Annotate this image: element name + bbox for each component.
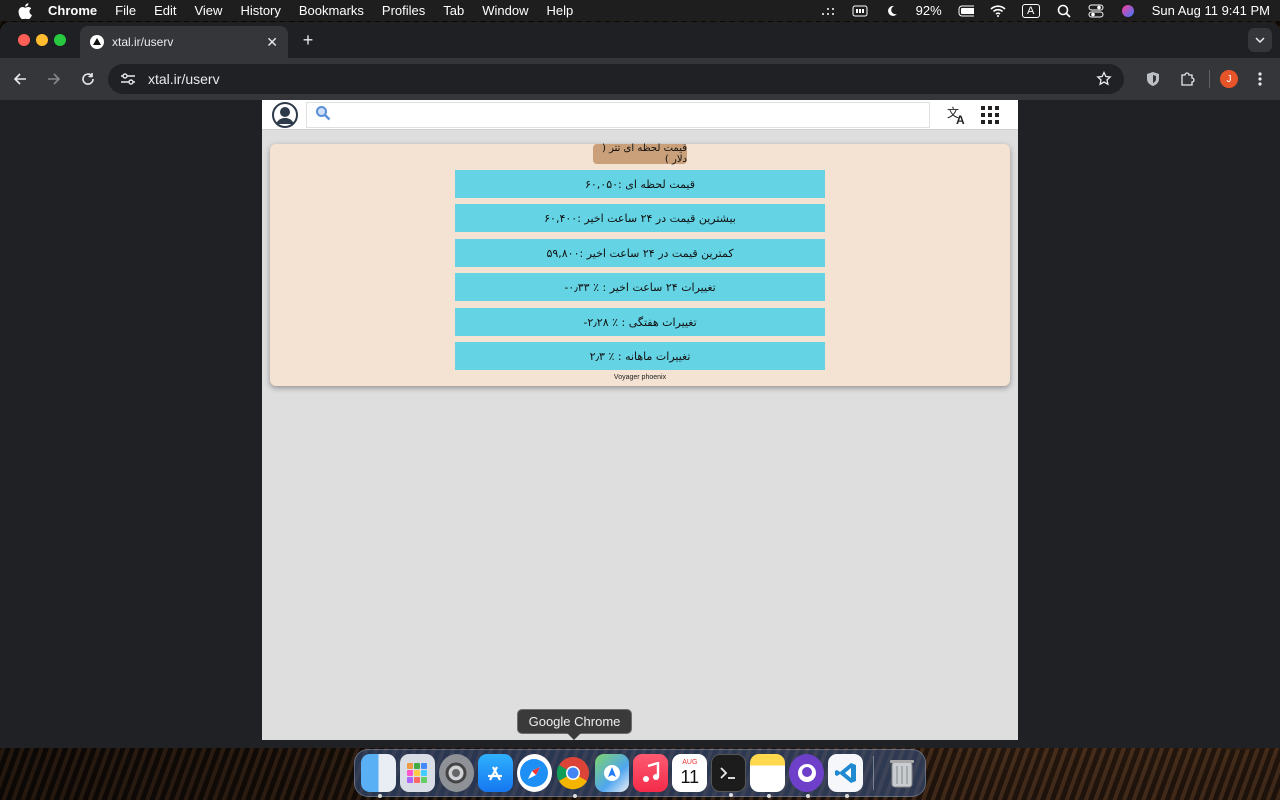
keyboard-brightness-icon[interactable] bbox=[852, 4, 868, 18]
window-close-button[interactable] bbox=[18, 34, 30, 46]
kebab-menu-icon[interactable] bbox=[1248, 66, 1272, 92]
menu-bar: Chrome File Edit View History Bookmarks … bbox=[0, 0, 1280, 21]
tab-strip: xtal.ir/userv ✕ + bbox=[0, 22, 1280, 58]
calendar-icon[interactable]: AUG 11 bbox=[672, 754, 708, 792]
stat-weekly-change: تغییرات هفتگی : ٪ ۲٫۲۸- bbox=[455, 308, 825, 336]
search-input[interactable] bbox=[339, 107, 919, 123]
stat-24h-change: تغییرات ۲۴ ساعت اخیر : ٪ ۰٫۳۳- bbox=[455, 273, 825, 301]
site-header: 文A bbox=[262, 100, 1018, 130]
maps-icon[interactable] bbox=[594, 754, 630, 792]
stat-24h-high: بیشترین قیمت در ۲۴ ساعت اخیر :۶۰,۴۰۰ bbox=[455, 204, 825, 232]
running-indicator bbox=[378, 794, 382, 798]
web-page: 文A قیمت لحظه ای تتر ( دلار ) قیمت لحظه ا… bbox=[262, 100, 1018, 740]
dock: AUG 11 bbox=[354, 749, 926, 798]
panel-title: قیمت لحظه ای تتر ( دلار ) bbox=[593, 143, 687, 165]
finder-icon[interactable] bbox=[361, 754, 396, 798]
toolbar-divider bbox=[1209, 70, 1210, 88]
menu-window[interactable]: Window bbox=[482, 3, 528, 18]
system-settings-icon[interactable] bbox=[438, 754, 474, 792]
chrome-window: xtal.ir/userv ✕ + xtal.ir/userv J 文 A قی… bbox=[0, 22, 1280, 748]
trash-icon[interactable] bbox=[884, 754, 919, 792]
running-indicator bbox=[729, 793, 734, 797]
price-panel: قیمت لحظه ای تتر ( دلار ) قیمت لحظه ای :… bbox=[270, 143, 1010, 386]
moon-icon[interactable] bbox=[884, 4, 900, 18]
control-center-icon[interactable] bbox=[1088, 4, 1104, 18]
window-minimize-button[interactable] bbox=[36, 34, 48, 46]
spotlight-search-icon[interactable] bbox=[1056, 4, 1072, 18]
vscode-icon[interactable] bbox=[828, 754, 864, 798]
menu-history[interactable]: History bbox=[240, 3, 280, 18]
translate-icon[interactable]: 文A bbox=[946, 104, 968, 127]
site-search-box[interactable] bbox=[306, 102, 930, 128]
menu-app-chrome[interactable]: Chrome bbox=[48, 3, 97, 18]
tab-close-icon[interactable]: ✕ bbox=[266, 34, 278, 51]
calendar-day: 11 bbox=[680, 767, 700, 787]
dock-tooltip: Google Chrome bbox=[517, 709, 632, 734]
menu-tab[interactable]: Tab bbox=[443, 3, 464, 18]
menu-view[interactable]: View bbox=[194, 3, 222, 18]
apps-grid-icon[interactable] bbox=[980, 105, 1000, 125]
stat-24h-low: کمترین قیمت در ۲۴ ساعت اخیر :۵۹,۸۰۰ bbox=[455, 239, 825, 267]
search-icon bbox=[315, 105, 331, 126]
bookmark-star-icon[interactable] bbox=[1096, 70, 1112, 87]
svg-text:A: A bbox=[956, 113, 965, 126]
terminal-icon[interactable] bbox=[711, 754, 747, 797]
siri-icon[interactable] bbox=[1120, 4, 1136, 18]
panel-footer: Voyager phoenix bbox=[613, 374, 667, 381]
apple-menu-icon[interactable] bbox=[18, 2, 34, 19]
profile-avatar-button[interactable]: J bbox=[1220, 70, 1238, 88]
shield-extension-icon[interactable] bbox=[1141, 66, 1165, 92]
calendar-month: AUG bbox=[682, 759, 698, 766]
menu-bookmarks[interactable]: Bookmarks bbox=[299, 3, 364, 18]
battery-percent: 92% bbox=[915, 3, 942, 18]
site-info-icon[interactable] bbox=[120, 71, 136, 87]
back-button[interactable] bbox=[6, 65, 34, 93]
app-store-icon[interactable] bbox=[477, 754, 513, 792]
grid-dots-icon[interactable] bbox=[820, 4, 836, 18]
window-zoom-button[interactable] bbox=[54, 34, 66, 46]
url-text: xtal.ir/userv bbox=[148, 71, 220, 87]
stat-monthly-change: تغییرات ماهانه : ٪ ۲٫۳ bbox=[455, 342, 825, 370]
page-viewport: 文A قیمت لحظه ای تتر ( دلار ) قیمت لحظه ا… bbox=[0, 100, 1280, 748]
menu-profiles[interactable]: Profiles bbox=[382, 3, 425, 18]
safari-icon[interactable] bbox=[516, 754, 552, 792]
chrome-icon[interactable] bbox=[556, 754, 591, 798]
input-source-icon[interactable]: A bbox=[1021, 3, 1040, 18]
new-tab-button[interactable]: + bbox=[298, 30, 318, 50]
battery-icon[interactable] bbox=[958, 4, 974, 18]
address-bar[interactable]: xtal.ir/userv bbox=[108, 64, 1124, 94]
site-favicon-icon bbox=[90, 35, 104, 49]
tab-search-button[interactable] bbox=[1248, 28, 1272, 52]
menubar-clock[interactable]: Sun Aug 11 9:41 PM bbox=[1152, 3, 1270, 18]
user-avatar-icon[interactable] bbox=[272, 102, 298, 128]
wifi-icon[interactable] bbox=[990, 4, 1006, 18]
active-tab[interactable]: xtal.ir/userv ✕ bbox=[80, 26, 288, 58]
running-indicator bbox=[572, 794, 577, 798]
forward-button[interactable] bbox=[40, 65, 68, 93]
menu-file[interactable]: File bbox=[115, 3, 136, 18]
reload-button[interactable] bbox=[74, 65, 102, 93]
github-desktop-icon[interactable] bbox=[789, 754, 825, 798]
music-icon[interactable] bbox=[633, 754, 669, 792]
dock-separator bbox=[873, 756, 875, 790]
tab-title: xtal.ir/userv bbox=[112, 35, 174, 49]
extensions-puzzle-icon[interactable] bbox=[1175, 66, 1199, 92]
stat-current-price: قیمت لحظه ای :۶۰,۰۵۰ bbox=[455, 170, 825, 198]
dock-tooltip-arrow bbox=[567, 733, 581, 740]
browser-toolbar: xtal.ir/userv J bbox=[0, 58, 1280, 100]
launchpad-icon[interactable] bbox=[399, 754, 435, 792]
notes-icon[interactable] bbox=[750, 754, 786, 798]
menu-edit[interactable]: Edit bbox=[154, 3, 176, 18]
menu-help[interactable]: Help bbox=[547, 3, 574, 18]
